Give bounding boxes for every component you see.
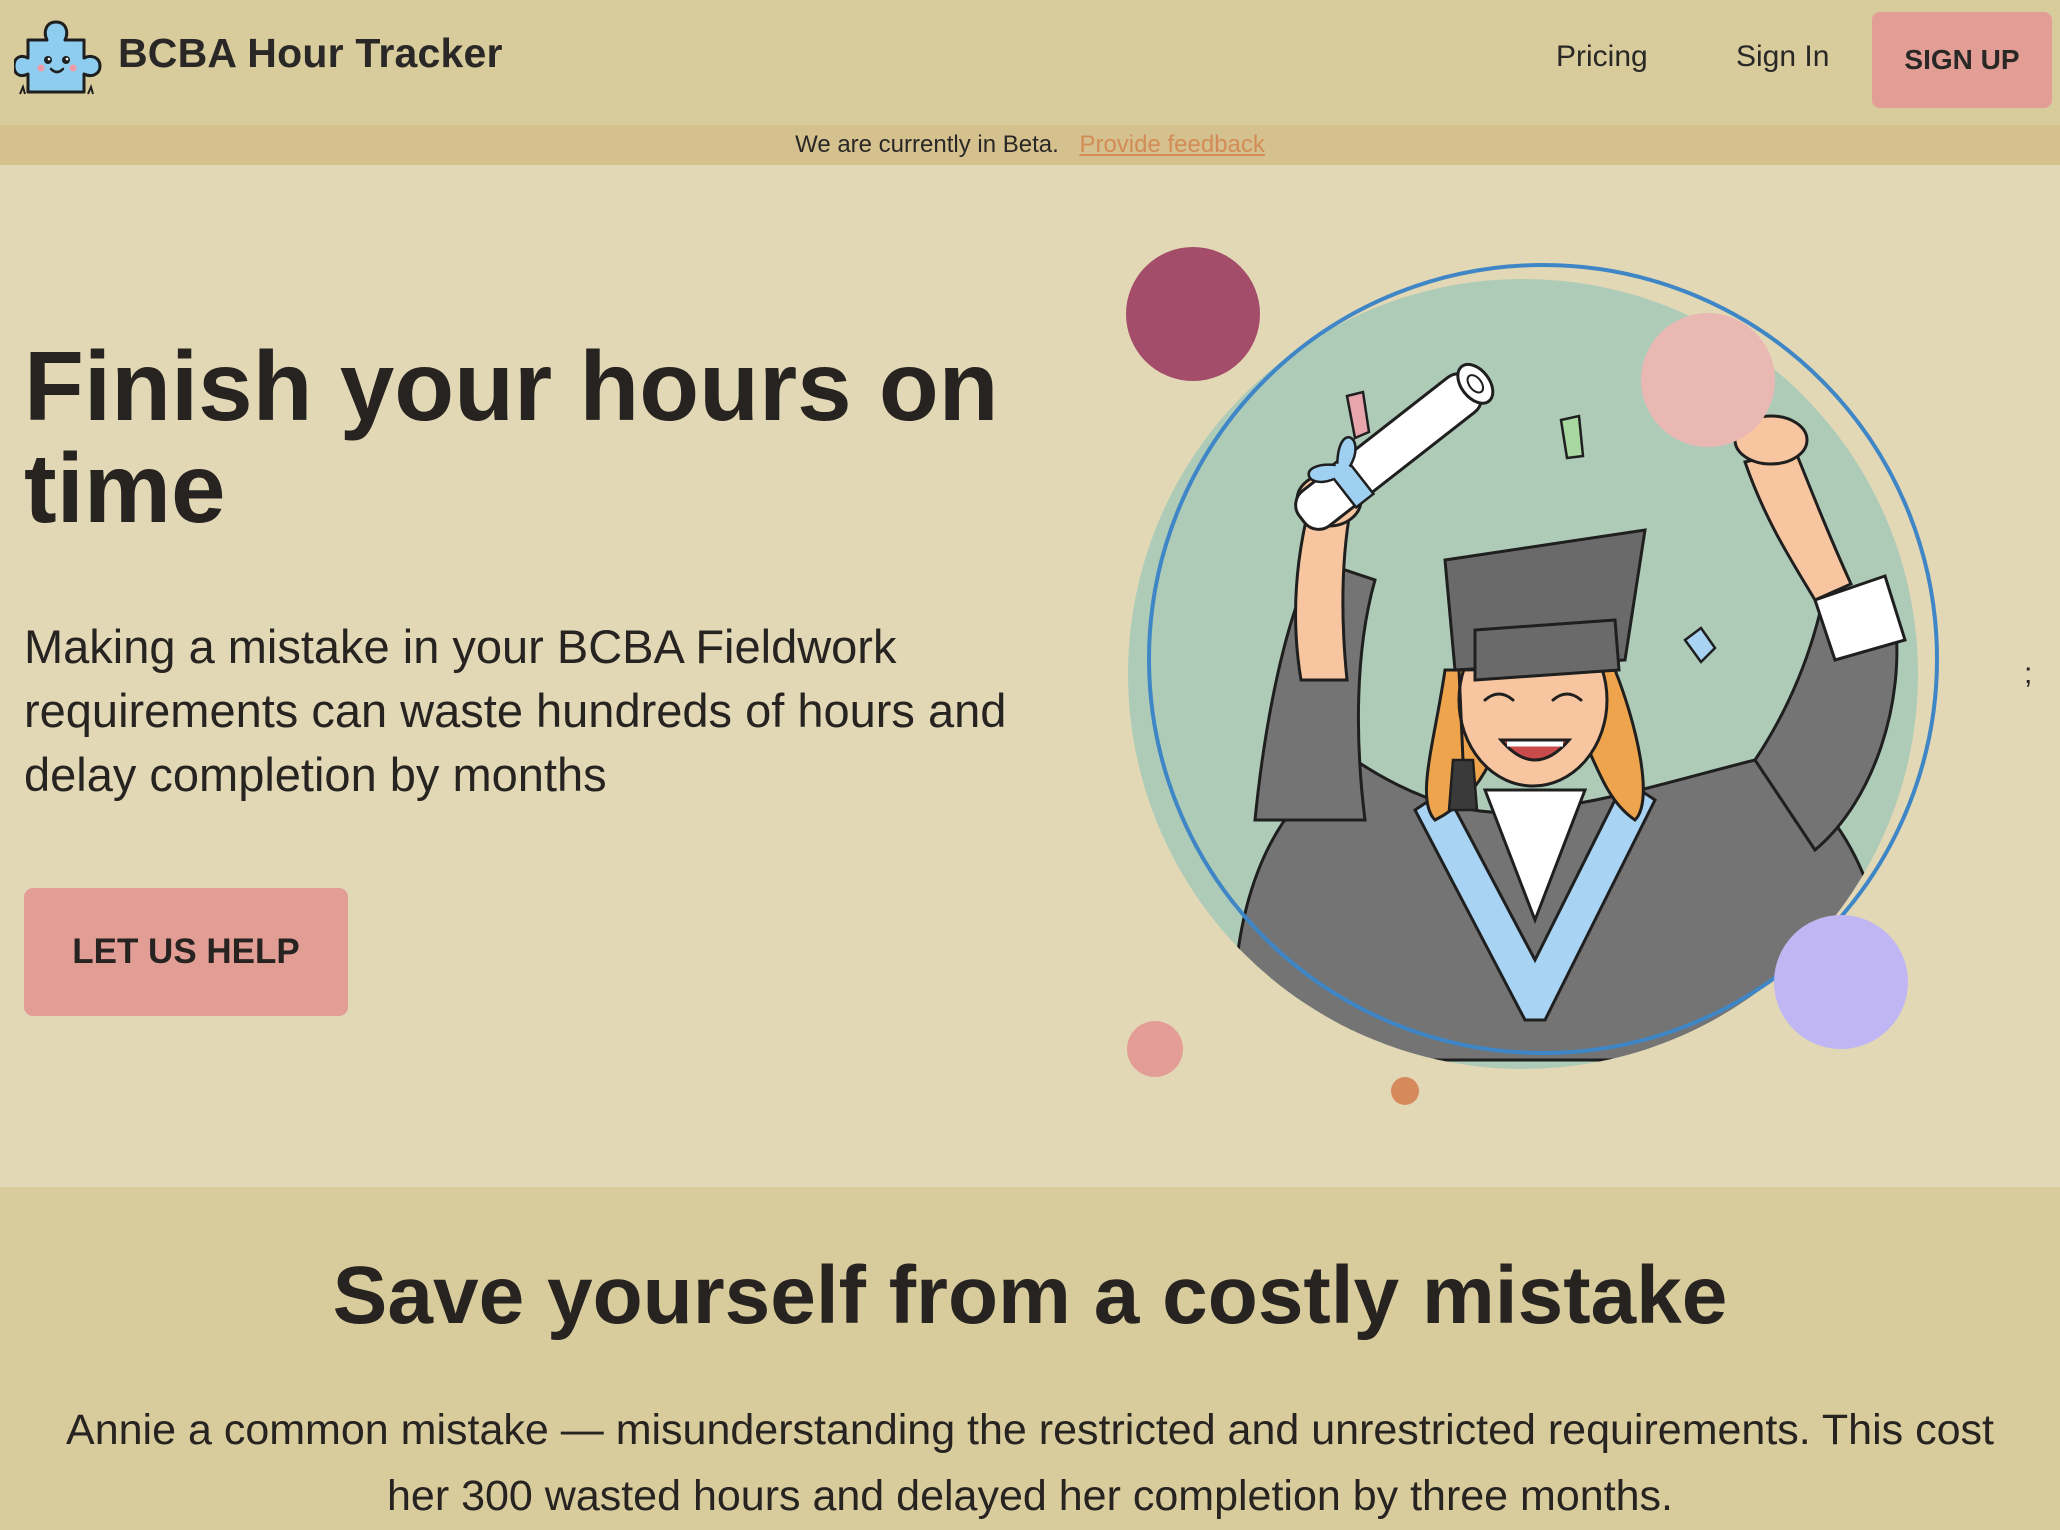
section-title: Save yourself from a costly mistake bbox=[332, 1250, 1728, 1341]
puzzle-piece-logo-icon[interactable] bbox=[12, 16, 102, 96]
orange-dot bbox=[1391, 1077, 1419, 1105]
provide-feedback-link[interactable]: Provide feedback bbox=[1079, 131, 1264, 158]
nav-sign-in-link[interactable]: Sign In bbox=[1736, 40, 1829, 74]
maroon-dot bbox=[1126, 247, 1260, 381]
pink-dot bbox=[1641, 313, 1775, 447]
beta-banner: We are currently in Beta. Provide feedba… bbox=[0, 125, 2060, 165]
lavender-dot bbox=[1774, 915, 1908, 1049]
section-text: Annie a common mistake — misunderstandin… bbox=[66, 1406, 1994, 1520]
coral-dot bbox=[1127, 1021, 1183, 1077]
let-us-help-button[interactable]: LET US HELP bbox=[24, 888, 348, 1016]
nav-pricing-link[interactable]: Pricing bbox=[1556, 40, 1648, 74]
stray-semicolon: ; bbox=[2024, 657, 2033, 690]
costly-mistake-section: Save yourself from a costly mistake Anni… bbox=[0, 1187, 2060, 1530]
beta-banner-text: We are currently in Beta. bbox=[795, 131, 1059, 158]
hero-section: Finish your hours on time Making a mista… bbox=[0, 165, 2060, 1187]
hero-title: Finish your hours on time bbox=[24, 331, 999, 543]
sign-up-button[interactable]: SIGN UP bbox=[1872, 12, 2052, 108]
site-header: BCBA Hour Tracker Pricing Sign In SIGN U… bbox=[0, 0, 2060, 125]
brand-name[interactable]: BCBA Hour Tracker bbox=[118, 30, 503, 77]
hero-subtitle: Making a mistake in your BCBA Fieldwork … bbox=[24, 620, 1007, 801]
graduate-celebrating-illustration bbox=[1115, 200, 1975, 1160]
